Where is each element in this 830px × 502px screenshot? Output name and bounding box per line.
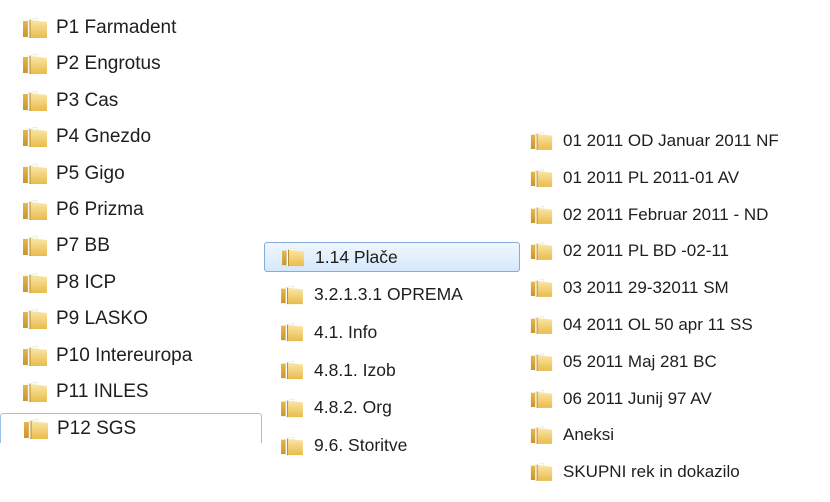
folder-item[interactable]: P8 ICP — [0, 268, 262, 298]
folder-item[interactable]: 01 2011 OD Januar 2011 NF — [522, 126, 822, 156]
folder-item[interactable]: SKUPNI rek in dokazilo — [522, 457, 822, 487]
folder-name: P7 BB — [56, 235, 110, 257]
folder-item[interactable]: P6 Prizma — [0, 195, 262, 225]
folder-name: P8 ICP — [56, 271, 117, 293]
folder-icon — [530, 389, 553, 409]
folder-name: 01 2011 PL 2011-01 AV — [563, 167, 740, 187]
folder-icon — [280, 322, 304, 342]
folder-name: P5 Gigo — [56, 162, 125, 184]
folder-name: P3 Cas — [56, 89, 119, 111]
folder-list-column-1: P1 Farmadent P2 Engrotus P3 Cas P4 Gnezdo P5… — [0, 0, 262, 502]
folder-icon — [530, 168, 553, 188]
folder-item[interactable]: 03 2011 29-32011 SM — [522, 273, 822, 303]
folder-name: 3.2.1.3.1 OPREMA — [314, 284, 463, 305]
folder-icon — [530, 241, 553, 261]
folder-icon — [23, 418, 49, 440]
folder-name: P9 LASKO — [56, 308, 148, 330]
folder-name: P6 Prizma — [56, 199, 144, 220]
folder-name: 03 2011 29-32011 SM — [563, 278, 729, 298]
folder-icon — [22, 235, 48, 257]
folder-item[interactable]: P7 BB — [0, 231, 262, 261]
folder-item[interactable]: 02 2011 Februar 2011 - ND — [522, 200, 822, 230]
folder-icon — [280, 436, 304, 456]
folder-name: 4.8.2. Org — [314, 397, 392, 418]
folder-name: 06 2011 Junij 97 AV — [563, 388, 712, 408]
folder-item[interactable]: P1 Farmadent — [0, 13, 262, 43]
folder-icon — [22, 163, 48, 185]
folder-icon — [280, 360, 304, 380]
folder-name: 1.14 Plače — [315, 246, 398, 267]
folder-icon — [22, 345, 48, 367]
folder-name: 9.6. Storitve — [314, 435, 408, 455]
folder-item[interactable]: 02 2011 PL BD -02-11 — [522, 236, 822, 266]
folder-icon — [22, 126, 48, 148]
folder-list-column-2: 1.14 Plače 3.2.1.3.1 OPREMA 4.1. Info 4.8.1… — [264, 0, 524, 502]
folder-icon — [22, 381, 48, 403]
folder-name: P1 Farmadent — [56, 17, 177, 38]
folder-name: 05 2011 Maj 281 BC — [563, 351, 717, 371]
folder-icon — [530, 462, 553, 482]
folder-item[interactable]: P10 Intereuropa — [0, 341, 262, 371]
folder-item[interactable]: 05 2011 Maj 281 BC — [522, 347, 822, 377]
folder-item[interactable]: 06 2011 Junij 97 AV — [522, 384, 822, 414]
folder-icon — [530, 352, 553, 372]
folder-item[interactable]: P9 LASKO — [0, 304, 262, 334]
folder-item[interactable]: 1.14 Plače — [264, 242, 520, 272]
folder-item[interactable]: 01 2011 PL 2011-01 AV — [522, 163, 822, 193]
folder-icon — [22, 53, 48, 75]
folder-icon — [22, 17, 48, 39]
folder-name: 4.8.1. Izob — [314, 359, 396, 380]
folder-item[interactable]: P3 Cas — [0, 86, 262, 116]
folder-name: 04 2011 OL 50 apr 11 SS — [563, 315, 753, 334]
folder-item[interactable]: P5 Gigo — [0, 159, 262, 189]
folder-icon — [281, 247, 305, 267]
folder-item[interactable]: 4.1. Info — [264, 317, 520, 347]
folder-name: P4 Gnezdo — [56, 126, 152, 148]
folder-icon — [22, 90, 48, 112]
folder-item[interactable]: 04 2011 OL 50 apr 11 SS — [522, 310, 822, 340]
folder-item[interactable]: 3.2.1.3.1 OPREMA — [264, 280, 520, 310]
folder-icon — [530, 425, 553, 445]
folder-name: Aneksi — [563, 425, 615, 445]
folder-icon — [530, 131, 553, 151]
folder-item[interactable]: Aneksi — [522, 420, 822, 450]
folder-name: P12 SGS — [57, 417, 137, 439]
folder-name: 02 2011 PL BD -02-11 — [563, 241, 730, 261]
folder-icon — [22, 272, 48, 294]
folder-icon — [280, 398, 304, 418]
folder-name: P11 INLES — [56, 381, 149, 402]
folder-name: 02 2011 Februar 2011 - ND — [563, 204, 769, 224]
folder-item[interactable]: 9.6. Storitve — [264, 431, 520, 461]
folder-item[interactable]: P4 Gnezdo — [0, 122, 262, 152]
folder-item[interactable]: 4.8.1. Izob — [264, 355, 520, 385]
folder-icon — [22, 308, 48, 330]
folder-name: P10 Intereuropa — [56, 344, 193, 366]
folder-name: SKUPNI rek in dokazilo — [563, 462, 740, 482]
folder-item[interactable]: P2 Engrotus — [0, 49, 262, 79]
folder-name: 4.1. Info — [314, 321, 378, 342]
folder-list-column-3: 01 2011 OD Januar 2011 NF 01 2011 PL 2011… — [522, 0, 830, 502]
folder-item[interactable]: P12 SGS — [0, 413, 262, 444]
folder-name: P2 Engrotus — [56, 53, 161, 75]
folder-icon — [530, 205, 553, 225]
folder-item[interactable]: 4.8.2. Org — [264, 393, 520, 423]
folder-icon — [530, 315, 553, 335]
folder-icon — [22, 199, 48, 221]
folder-icon — [530, 278, 553, 298]
folder-icon — [280, 285, 304, 305]
folder-item[interactable]: P11 INLES — [0, 377, 262, 407]
folder-name: 01 2011 OD Januar 2011 NF — [563, 131, 779, 150]
